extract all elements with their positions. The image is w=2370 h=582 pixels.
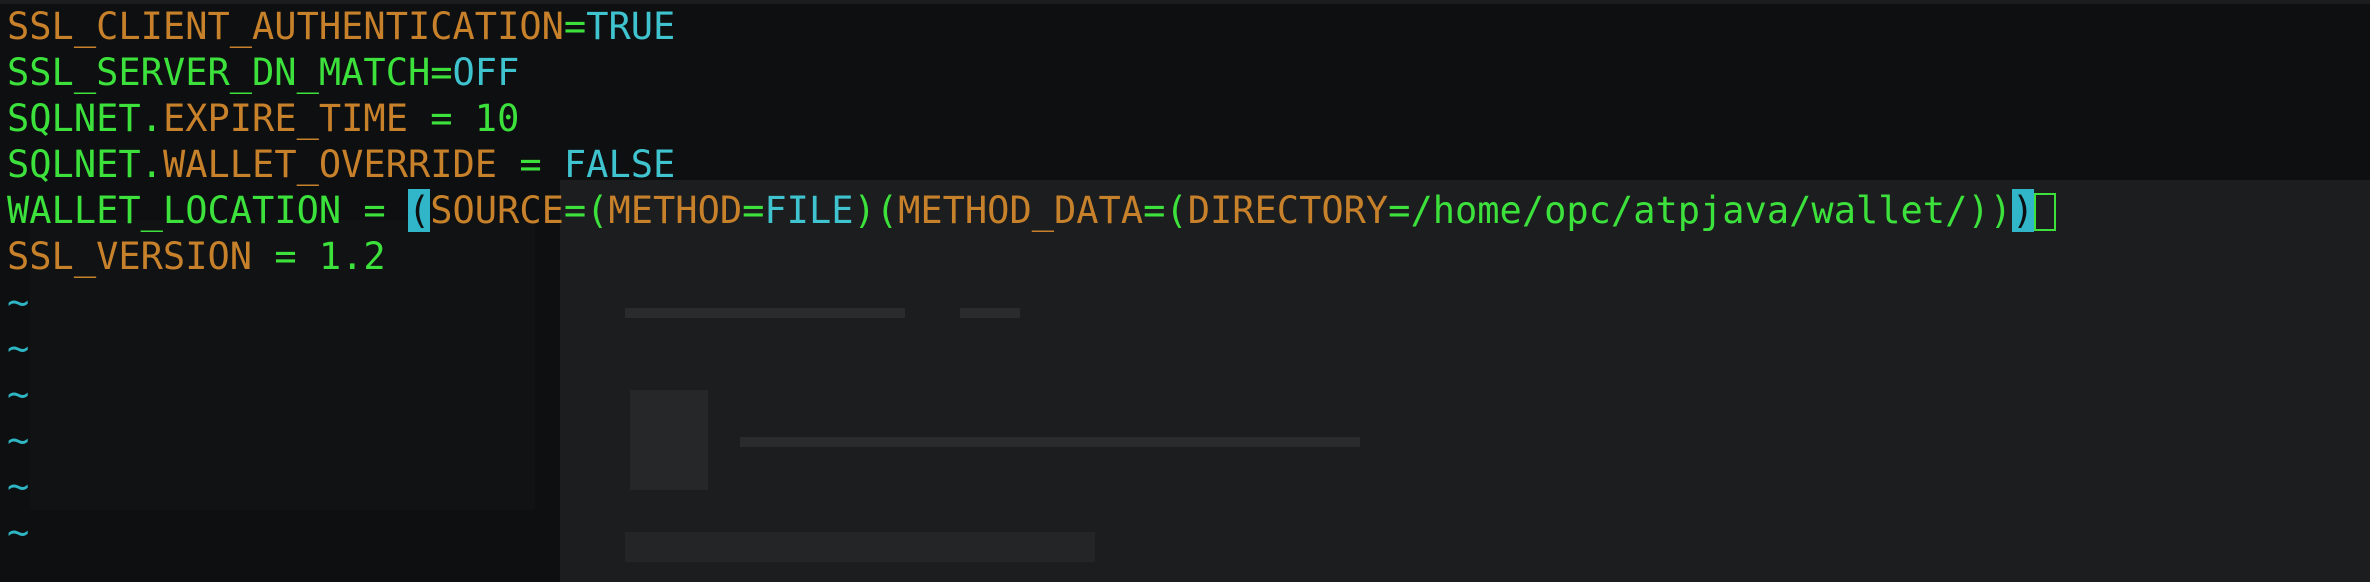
code-token: = xyxy=(430,51,453,94)
code-token: =( xyxy=(563,189,609,232)
code-token: = xyxy=(497,143,564,186)
code-token: SSL_CLIENT_AUTHENTICATION xyxy=(7,5,564,48)
terminal-window[interactable]: SSL_CLIENT_AUTHENTICATION=TRUE SSL_SERVER… xyxy=(0,0,2370,582)
code-token: = 10 xyxy=(407,97,520,140)
editor-line[interactable]: SQLNET.WALLET_OVERRIDE = FALSE xyxy=(7,142,2056,188)
code-token: SSL_VERSION xyxy=(7,235,253,278)
code-token: )( xyxy=(853,189,899,232)
editor-line[interactable]: SSL_VERSION = 1.2 xyxy=(7,234,2056,280)
code-token: TRUE xyxy=(586,5,676,48)
code-token: = xyxy=(742,189,765,232)
text-cursor xyxy=(2034,193,2057,231)
code-token: SOURCE xyxy=(430,189,564,232)
code-token: SSL_SERVER_DN_MATCH xyxy=(7,51,431,94)
code-token: EXPIRE_TIME xyxy=(162,97,408,140)
editor-line[interactable]: SSL_SERVER_DN_MATCH=OFF xyxy=(7,50,2056,96)
code-token: WALLET_OVERRIDE xyxy=(162,143,498,186)
matching-paren-highlight: ( xyxy=(407,189,431,232)
matching-paren-highlight: ) xyxy=(2011,189,2035,232)
empty-line-marker: ~ xyxy=(7,327,30,370)
code-token: WALLET_LOCATION = xyxy=(7,189,408,232)
code-token: DIRECTORY xyxy=(1187,189,1389,232)
editor-line[interactable]: WALLET_LOCATION = (SOURCE=(METHOD=FILE)(… xyxy=(7,188,2057,234)
code-token: FALSE xyxy=(563,143,676,186)
code-token: SQLNET. xyxy=(7,143,163,186)
code-token: OFF xyxy=(452,51,520,94)
empty-line-marker: ~ xyxy=(7,281,30,324)
code-token: FILE xyxy=(764,189,854,232)
editor-line[interactable]: SQLNET.EXPIRE_TIME = 10 xyxy=(7,96,2056,142)
editor-line[interactable]: SSL_CLIENT_AUTHENTICATION=TRUE xyxy=(7,4,2056,50)
empty-line-marker: ~ xyxy=(7,373,30,416)
code-token: SQLNET. xyxy=(7,97,163,140)
code-token: =/home/opc/atpjava/wallet/)) xyxy=(1388,189,2012,232)
code-token: = 1.2 xyxy=(252,235,386,278)
code-token: METHOD_DATA xyxy=(898,189,1144,232)
empty-line-marker: ~ xyxy=(7,511,30,554)
empty-line-marker: ~ xyxy=(7,465,30,508)
code-token: =( xyxy=(1143,189,1188,232)
empty-line-marker: ~ xyxy=(7,419,30,462)
code-token: = xyxy=(563,5,587,48)
code-token: METHOD xyxy=(608,189,743,232)
editor-buffer[interactable]: SSL_CLIENT_AUTHENTICATION=TRUE SSL_SERVER… xyxy=(7,4,2057,556)
